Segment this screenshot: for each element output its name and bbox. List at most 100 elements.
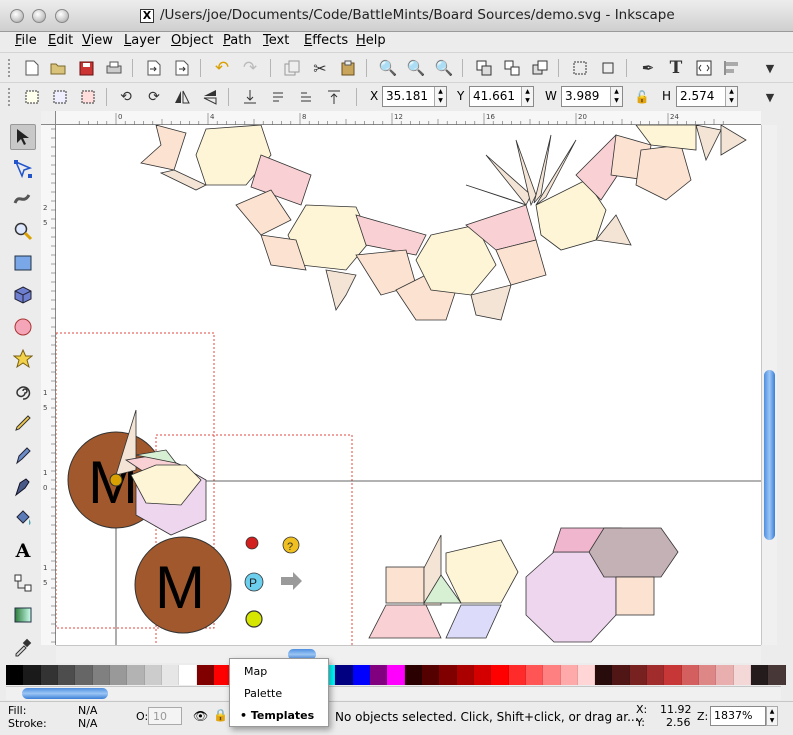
horizontal-ruler[interactable]: 048121620242832 (56, 111, 771, 125)
lower-to-bottom-icon[interactable] (240, 87, 260, 107)
palette-swatch[interactable] (508, 665, 526, 685)
paint-bucket-tool-icon[interactable] (10, 506, 36, 532)
palette-swatch[interactable] (387, 665, 405, 685)
palette-swatch[interactable] (716, 665, 734, 685)
menu-path[interactable]: Path (223, 33, 252, 48)
palette-swatch[interactable] (699, 665, 717, 685)
fill-value[interactable]: N/A (78, 704, 97, 717)
palette-swatch[interactable] (647, 665, 665, 685)
palette-swatch[interactable] (473, 665, 492, 685)
palette-swatch[interactable] (751, 665, 769, 685)
rectangle-tool-icon[interactable] (10, 250, 36, 276)
star-tool-icon[interactable] (10, 346, 36, 372)
palette-swatch[interactable] (179, 665, 197, 685)
zoom-drawing-icon[interactable]: 🔍 (406, 58, 426, 78)
palette-swatch[interactable] (664, 665, 682, 685)
tweak-tool-icon[interactable] (10, 186, 36, 212)
opacity-field[interactable]: 10 (148, 707, 182, 725)
x-coordinate-field[interactable]: 35.181 ▲ ▼ (382, 86, 447, 107)
zoom-spinner-icon[interactable]: ▲ ▼ (766, 706, 778, 726)
pen-tool-icon[interactable] (10, 442, 36, 468)
vertical-ruler[interactable]: 2 5 1 5 1 0 1 5 (41, 125, 56, 645)
popup-item-palette[interactable]: Palette (244, 687, 282, 700)
zoom-tool-icon[interactable] (10, 218, 36, 244)
menu-file[interactable]: File (15, 33, 37, 48)
stroke-value[interactable]: N/A (78, 717, 97, 730)
connector-tool-icon[interactable] (10, 570, 36, 596)
palette-swatch[interactable] (6, 665, 24, 685)
palette-swatch[interactable] (733, 665, 752, 685)
rotate-ccw-icon[interactable]: ⟲ (116, 87, 136, 107)
pencil-tool-icon[interactable] (10, 410, 36, 436)
toolbar-overflow-chevron-icon[interactable]: ▼ (760, 58, 780, 78)
raise-icon[interactable] (530, 58, 550, 78)
y-spinner-icon[interactable]: ▲ ▼ (521, 87, 533, 106)
palette-swatch[interactable] (629, 665, 648, 685)
palette-swatch[interactable] (352, 665, 370, 685)
toolbar-overflow-chevron-icon[interactable]: ▼ (760, 87, 780, 107)
node-tool-icon[interactable] (10, 156, 36, 182)
flip-vertical-icon[interactable] (200, 87, 220, 107)
vertical-scrollbar[interactable] (761, 125, 777, 645)
print-icon[interactable] (104, 58, 124, 78)
popup-item-map[interactable]: Map (244, 665, 267, 678)
palette-swatch[interactable] (92, 665, 110, 685)
undo-icon[interactable]: ↶ (212, 58, 232, 78)
group-icon[interactable] (474, 58, 494, 78)
rotation-center-handle[interactable] (109, 473, 123, 487)
toolbar-grip[interactable] (8, 88, 12, 106)
palette-swatch[interactable] (75, 665, 93, 685)
flip-horizontal-icon[interactable] (172, 87, 192, 107)
palette-swatch[interactable] (127, 665, 145, 685)
zoom-page-icon[interactable]: 🔍 (434, 58, 454, 78)
gradient-tool-icon[interactable] (10, 602, 36, 628)
calligraphy-tool-icon[interactable] (10, 474, 36, 500)
duplicate-icon[interactable] (282, 58, 302, 78)
save-icon[interactable] (76, 58, 96, 78)
palette-swatch[interactable] (491, 665, 509, 685)
rotate-cw-icon[interactable]: ⟳ (144, 87, 164, 107)
h-spinner-icon[interactable]: ▲ ▼ (725, 87, 737, 106)
raise-icon[interactable] (296, 87, 316, 107)
palette-swatch[interactable] (196, 665, 214, 685)
x-spinner-icon[interactable]: ▲ ▼ (434, 87, 446, 106)
export-icon[interactable] (172, 58, 192, 78)
palette-swatch[interactable] (768, 665, 786, 685)
spiral-tool-icon[interactable] (10, 378, 36, 404)
palette-swatch[interactable] (23, 665, 41, 685)
xml-editor-icon[interactable] (694, 58, 714, 78)
text-font-icon[interactable]: T (666, 58, 686, 78)
palette-swatch[interactable] (144, 665, 162, 685)
palette-swatch[interactable] (57, 665, 76, 685)
vertical-scroll-thumb[interactable] (764, 370, 775, 540)
deselect-icon[interactable] (78, 87, 98, 107)
select-all-layers-icon[interactable] (50, 87, 70, 107)
import-icon[interactable] (144, 58, 164, 78)
select-all-icon[interactable] (22, 87, 42, 107)
ungroup-icon[interactable] (502, 58, 522, 78)
w-spinner-icon[interactable]: ▲ ▼ (610, 87, 622, 106)
lock-icon[interactable]: 🔒 (213, 708, 228, 722)
close-window-button[interactable] (10, 9, 24, 23)
selection-transform-icon[interactable] (598, 58, 618, 78)
open-folder-icon[interactable] (48, 58, 68, 78)
palette-swatch[interactable] (456, 665, 474, 685)
node-align-icon[interactable] (570, 58, 590, 78)
menu-effects[interactable]: Effects (304, 33, 348, 48)
palette-swatch[interactable] (681, 665, 700, 685)
lower-icon[interactable] (268, 87, 288, 107)
minimize-window-button[interactable] (32, 9, 46, 23)
palette-scrollbar[interactable] (6, 686, 781, 700)
zoom-selection-icon[interactable]: 🔍 (378, 58, 398, 78)
align-distribute-icon[interactable] (722, 58, 742, 78)
width-field[interactable]: 3.989 ▲ ▼ (561, 86, 623, 107)
menu-object[interactable]: Object (171, 33, 213, 48)
raise-to-top-icon[interactable] (324, 87, 344, 107)
redo-icon[interactable]: ↷ (240, 58, 260, 78)
height-field[interactable]: 2.574 ▲ ▼ (676, 86, 738, 107)
ellipse-tool-icon[interactable] (10, 314, 36, 340)
palette-scroll-thumb[interactable] (22, 688, 108, 699)
menu-text[interactable]: Text (263, 33, 289, 48)
palette-swatch[interactable] (335, 665, 353, 685)
popup-item-templates[interactable]: • Templates (240, 709, 314, 722)
